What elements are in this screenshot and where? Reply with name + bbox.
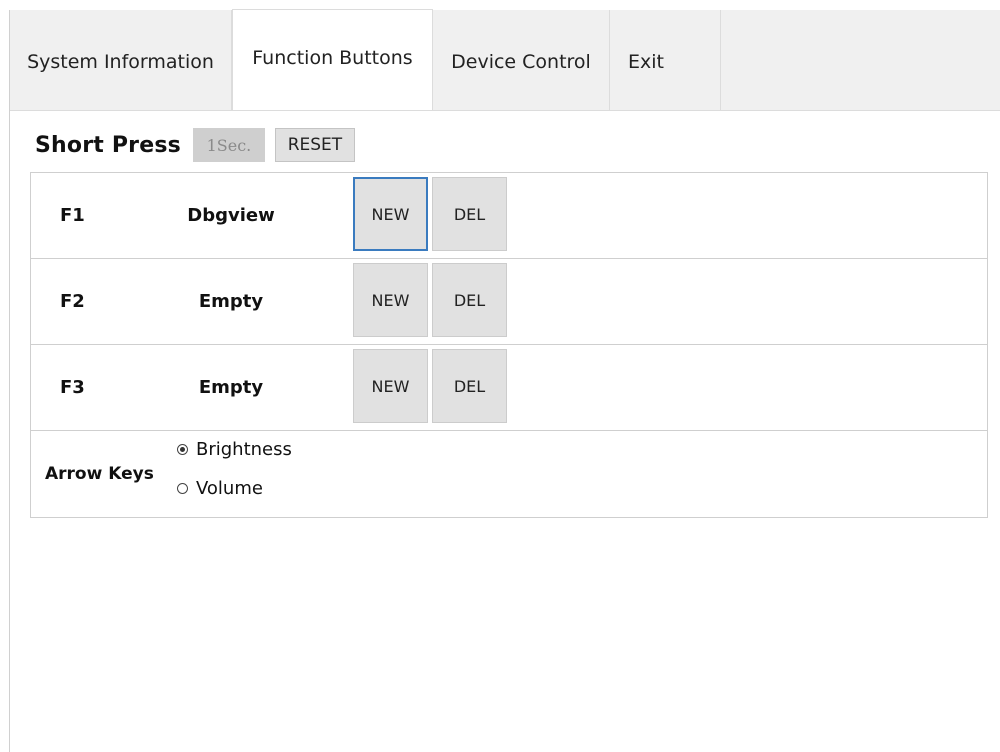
- tab-device-control[interactable]: Device Control: [433, 10, 610, 110]
- tab-bar: System Information Function Buttons Devi…: [10, 9, 1000, 111]
- tab-system-information[interactable]: System Information: [10, 10, 232, 110]
- function-key-label: F1: [60, 205, 85, 226]
- f2-del-button[interactable]: DEL: [432, 263, 507, 337]
- function-key-label: F3: [60, 377, 85, 398]
- function-table: F1 Dbgview NEW DEL F2 Empty NEW DEL F3 E…: [30, 172, 988, 518]
- arrow-keys-label: Arrow Keys: [45, 464, 154, 484]
- tab-exit[interactable]: Exit: [610, 10, 721, 110]
- duration-button[interactable]: 1Sec.: [192, 128, 265, 162]
- f3-del-button[interactable]: DEL: [432, 349, 507, 423]
- radio-volume-label: Volume: [196, 478, 263, 499]
- radio-brightness-label: Brightness: [196, 439, 292, 460]
- f1-del-button[interactable]: DEL: [432, 177, 507, 251]
- page-title: Short Press: [35, 132, 181, 158]
- radio-checked-icon: [177, 444, 188, 455]
- radio-brightness[interactable]: Brightness: [177, 439, 292, 460]
- function-assigned-name: Dbgview: [187, 205, 275, 226]
- f2-new-button[interactable]: NEW: [353, 263, 428, 337]
- tab-bar-filler: [721, 10, 1000, 110]
- function-row-f2: F2 Empty NEW DEL: [31, 259, 987, 345]
- reset-button[interactable]: RESET: [274, 128, 355, 162]
- tab-function-buttons[interactable]: Function Buttons: [232, 9, 433, 110]
- function-assigned-name: Empty: [198, 291, 264, 312]
- f3-new-button[interactable]: NEW: [353, 349, 428, 423]
- f1-new-button[interactable]: NEW: [353, 177, 428, 251]
- radio-volume[interactable]: Volume: [177, 478, 263, 499]
- function-key-label: F2: [60, 291, 85, 312]
- function-row-f1: F1 Dbgview NEW DEL: [31, 173, 987, 259]
- radio-unchecked-icon: [177, 483, 188, 494]
- settings-window: System Information Function Buttons Devi…: [9, 9, 1000, 752]
- arrow-keys-row: Arrow Keys Brightness Volume: [31, 431, 987, 517]
- function-row-f3: F3 Empty NEW DEL: [31, 345, 987, 431]
- short-press-header: Short Press 1Sec. RESET: [35, 125, 355, 165]
- function-assigned-name: Empty: [198, 377, 264, 398]
